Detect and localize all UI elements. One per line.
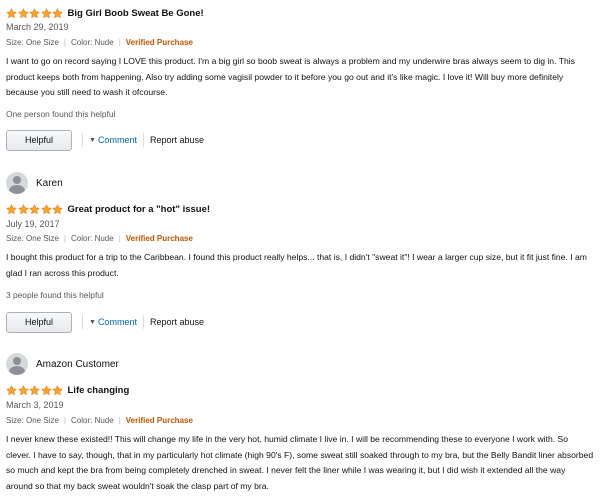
avatar	[6, 353, 28, 375]
verified-purchase-badge: Verified Purchase	[125, 234, 193, 243]
helpful-count: One person found this helpful	[6, 109, 116, 119]
report-abuse-link[interactable]: Report abuse	[150, 135, 204, 145]
review-title[interactable]: Life changing	[68, 385, 130, 396]
avatar	[6, 172, 28, 194]
comment-label: Comment	[97, 317, 137, 327]
star-icon	[17, 203, 29, 214]
review-date: March 3, 2019	[6, 400, 64, 410]
star-icon	[52, 384, 63, 395]
helpful-count: 3 people found this helpful	[6, 290, 104, 300]
star-icon	[29, 7, 40, 18]
helpful-button[interactable]: Helpful	[6, 311, 72, 333]
divider	[82, 133, 83, 147]
comment-link[interactable]: ▼ Comment	[89, 135, 137, 145]
reviewer-profile[interactable]: Karen	[6, 172, 63, 194]
star-icon	[40, 384, 52, 395]
review-title-row: Life changing	[6, 383, 129, 397]
chevron-down-icon: ▼	[89, 136, 96, 144]
chevron-down-icon: ▼	[89, 318, 96, 326]
review-format: Size: One Size | Color: Nude | Verified …	[6, 38, 193, 47]
reviewer-name: Amazon Customer	[36, 358, 119, 370]
divider	[142, 133, 144, 147]
review-format: Size: One Size | Color: Nude | Verified …	[6, 234, 193, 243]
star-icon	[29, 203, 40, 214]
color-option[interactable]: Color: Nude	[71, 416, 114, 425]
verified-purchase-badge: Verified Purchase	[125, 416, 193, 425]
color-option[interactable]: Color: Nude	[71, 38, 114, 47]
reviewer-name: Karen	[36, 177, 63, 189]
review-title[interactable]: Big Girl Boob Sweat Be Gone!	[68, 8, 204, 19]
star-icon	[40, 7, 52, 18]
review-body: I never knew these existed!! This will c…	[6, 434, 594, 491]
review-body: I want to go on record saying I LOVE thi…	[6, 56, 575, 97]
verified-purchase-badge: Verified Purchase	[125, 38, 193, 47]
star-icon	[29, 384, 40, 395]
report-abuse-link[interactable]: Report abuse	[150, 317, 204, 327]
color-option[interactable]: Color: Nude	[71, 234, 114, 243]
star-icon	[52, 7, 63, 18]
review-body: I bought this product for a trip to the …	[6, 252, 587, 278]
comment-link[interactable]: ▼ Comment	[89, 317, 137, 327]
review-date: July 19, 2017	[6, 219, 60, 229]
size-option[interactable]: Size: One Size	[6, 416, 59, 425]
review-actions: Helpful ▼ Comment Report abuse	[6, 129, 204, 151]
star-icon	[40, 203, 52, 214]
star-rating[interactable]	[6, 7, 64, 19]
star-icon	[6, 203, 17, 214]
review-title-row: Big Girl Boob Sweat Be Gone!	[6, 6, 204, 20]
star-rating[interactable]	[6, 384, 64, 396]
size-option[interactable]: Size: One Size	[6, 234, 59, 243]
reviewer-profile[interactable]: Amazon Customer	[6, 353, 119, 375]
star-icon	[17, 384, 29, 395]
review-format: Size: One Size | Color: Nude | Verified …	[6, 416, 193, 425]
review-actions: Helpful ▼ Comment Report abuse	[6, 311, 204, 333]
review-title-row: Great product for a "hot" issue!	[6, 202, 210, 216]
comment-label: Comment	[97, 135, 137, 145]
helpful-button[interactable]: Helpful	[6, 129, 72, 151]
review-title[interactable]: Great product for a "hot" issue!	[68, 204, 211, 215]
star-icon	[52, 203, 63, 214]
divider	[142, 315, 144, 329]
divider	[82, 315, 83, 329]
star-rating[interactable]	[6, 203, 64, 215]
star-icon	[6, 384, 17, 395]
star-icon	[6, 7, 17, 18]
size-option[interactable]: Size: One Size	[6, 38, 59, 47]
star-icon	[17, 7, 29, 18]
review-date: March 29, 2019	[6, 22, 69, 32]
